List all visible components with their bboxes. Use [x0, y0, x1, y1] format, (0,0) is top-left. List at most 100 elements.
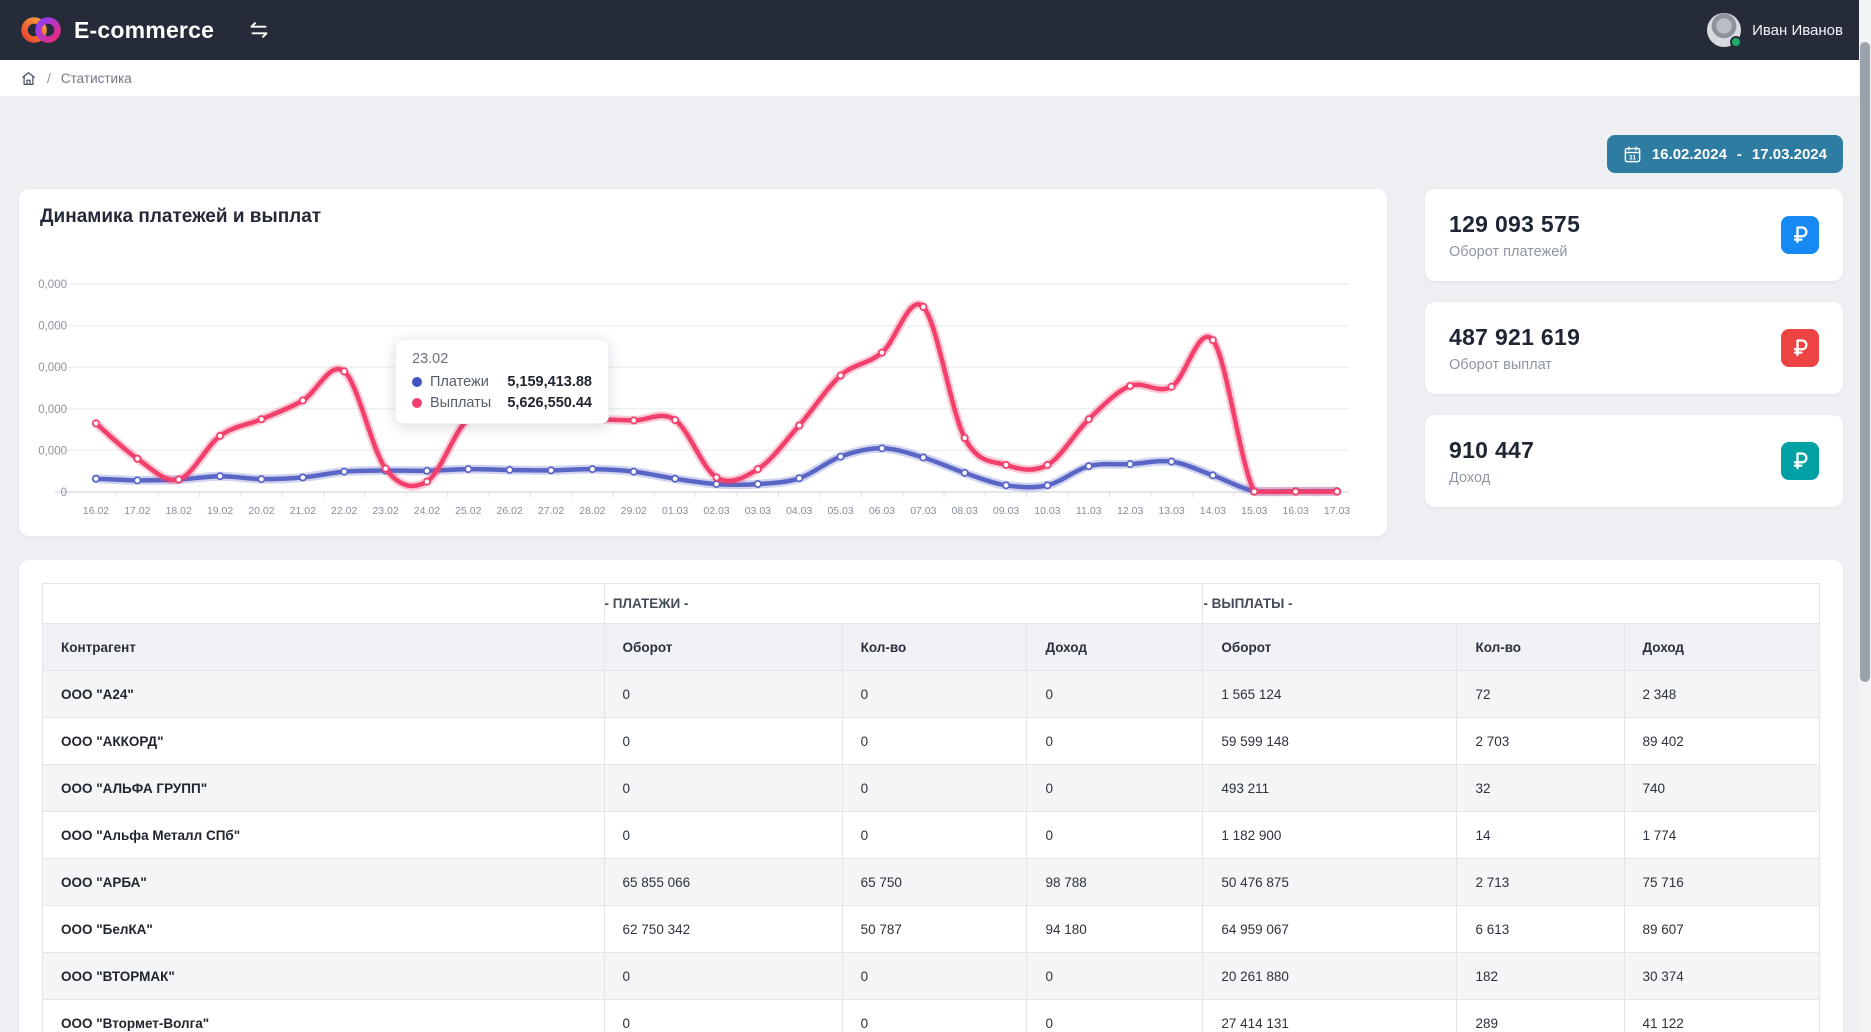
value-cell: 1 565 124	[1203, 671, 1457, 718]
value-cell: 1 182 900	[1203, 812, 1457, 859]
value-cell: 2 348	[1624, 671, 1820, 718]
home-icon[interactable]	[20, 70, 37, 87]
column-counterparty[interactable]: Контрагент	[43, 624, 605, 671]
table-row[interactable]: ООО "А24"0001 565 124722 348	[43, 671, 1820, 718]
swap-arrows-icon	[248, 19, 270, 41]
value-cell: 1 774	[1624, 812, 1820, 859]
svg-text:25.02: 25.02	[455, 505, 481, 517]
payouts-turnover-label: Оборот выплат	[1449, 357, 1580, 373]
svg-text:24.02: 24.02	[414, 505, 440, 517]
calendar-icon: 31	[1623, 145, 1642, 164]
column-payouts-count[interactable]: Кол-во	[1457, 624, 1624, 671]
column-payments-income[interactable]: Доход	[1027, 624, 1203, 671]
svg-text:02.03: 02.03	[703, 505, 729, 517]
counterparty-cell: ООО "ВТОРМАК"	[43, 953, 605, 1000]
page-content: 31 16.02.2024 - 17.03.2024 Динамика плат…	[0, 135, 1871, 1032]
stat-card-income: 910 447 Доход	[1425, 415, 1843, 507]
svg-text:22.02: 22.02	[331, 505, 357, 517]
app-title: E-commerce	[74, 17, 214, 44]
user-name: Иван Иванов	[1752, 22, 1843, 39]
svg-text:11.03: 11.03	[1076, 505, 1102, 517]
value-cell: 2 703	[1457, 718, 1624, 765]
line-chart[interactable]: 0,0000,0000,0000,0000,000016.0217.0218.0…	[19, 217, 1367, 535]
svg-text:12.03: 12.03	[1117, 505, 1143, 517]
svg-text:10.03: 10.03	[1034, 505, 1060, 517]
svg-text:16.03: 16.03	[1282, 505, 1308, 517]
svg-text:07.03: 07.03	[910, 505, 936, 517]
column-payments-turnover[interactable]: Оборот	[604, 624, 842, 671]
table-row[interactable]: ООО "Втормет-Волга"00027 414 13128941 12…	[43, 1000, 1820, 1032]
svg-text:0,000: 0,000	[38, 404, 67, 416]
svg-text:26.02: 26.02	[497, 505, 523, 517]
svg-text:04.03: 04.03	[786, 505, 812, 517]
column-payouts-turnover[interactable]: Оборот	[1203, 624, 1457, 671]
page-scrollbar[interactable]	[1859, 0, 1871, 1032]
counterparty-cell: ООО "АЛЬФА ГРУПП"	[43, 765, 605, 812]
value-cell: 65 750	[842, 859, 1027, 906]
value-cell: 0	[604, 812, 842, 859]
value-cell: 0	[842, 812, 1027, 859]
sidebar-toggle-button[interactable]	[248, 19, 270, 41]
brand: E-commerce	[20, 16, 214, 44]
value-cell: 0	[1027, 953, 1203, 1000]
table-row[interactable]: ООО "АЛЬФА ГРУПП"000493 21132740	[43, 765, 1820, 812]
value-cell: 64 959 067	[1203, 906, 1457, 953]
infinity-logo-icon	[20, 16, 62, 44]
value-cell: 289	[1457, 1000, 1624, 1032]
payouts-turnover-value: 487 921 619	[1449, 324, 1580, 351]
column-payouts-income[interactable]: Доход	[1624, 624, 1820, 671]
svg-text:17.02: 17.02	[124, 505, 150, 517]
table-row[interactable]: ООО "АККОРД"00059 599 1482 70389 402	[43, 718, 1820, 765]
svg-text:28.02: 28.02	[579, 505, 605, 517]
value-cell: 0	[604, 1000, 842, 1032]
svg-text:09.03: 09.03	[993, 505, 1019, 517]
value-cell: 0	[604, 671, 842, 718]
date-range-start: 16.02.2024	[1652, 146, 1727, 163]
top-bar: E-commerce Иван Иванов	[0, 0, 1871, 60]
scrollbar-thumb[interactable]	[1860, 42, 1870, 682]
svg-text:0: 0	[61, 487, 67, 499]
breadcrumb: / Статистика	[0, 60, 1871, 97]
value-cell: 94 180	[1027, 906, 1203, 953]
svg-text:14.03: 14.03	[1200, 505, 1226, 517]
value-cell: 50 787	[842, 906, 1027, 953]
user-menu[interactable]: Иван Иванов	[1707, 13, 1843, 47]
table-row[interactable]: ООО "ВТОРМАК"00020 261 88018230 374	[43, 953, 1820, 1000]
value-cell: 0	[1027, 1000, 1203, 1032]
payments-turnover-label: Оборот платежей	[1449, 244, 1580, 260]
value-cell: 98 788	[1027, 859, 1203, 906]
table-row[interactable]: ООО "Альфа Металл СПб"0001 182 900141 77…	[43, 812, 1820, 859]
value-cell: 41 122	[1624, 1000, 1820, 1032]
column-payments-count[interactable]: Кол-во	[842, 624, 1027, 671]
value-cell: 0	[842, 765, 1027, 812]
svg-text:31: 31	[1629, 154, 1637, 161]
value-cell: 740	[1624, 765, 1820, 812]
svg-text:0,000: 0,000	[38, 445, 67, 457]
svg-text:18.02: 18.02	[166, 505, 192, 517]
payouts-group-header: - ВЫПЛАТЫ -	[1203, 584, 1820, 624]
date-range-button[interactable]: 31 16.02.2024 - 17.03.2024	[1607, 135, 1843, 173]
value-cell: 0	[842, 718, 1027, 765]
value-cell: 0	[604, 953, 842, 1000]
ruble-icon	[1781, 216, 1819, 254]
value-cell: 0	[842, 1000, 1027, 1032]
breadcrumb-page[interactable]: Статистика	[61, 71, 132, 86]
value-cell: 59 599 148	[1203, 718, 1457, 765]
online-status-dot	[1730, 36, 1742, 48]
svg-text:0,000: 0,000	[38, 279, 67, 291]
table-row[interactable]: ООО "БелКА"62 750 34250 78794 18064 959 …	[43, 906, 1820, 953]
value-cell: 0	[842, 953, 1027, 1000]
svg-text:08.03: 08.03	[952, 505, 978, 517]
value-cell: 0	[1027, 765, 1203, 812]
table-row[interactable]: ООО "АРБА"65 855 06665 75098 78850 476 8…	[43, 859, 1820, 906]
svg-text:06.03: 06.03	[869, 505, 895, 517]
breadcrumb-separator: /	[47, 70, 51, 86]
stats-column: 129 093 575 Оборот платежей 487 921 619 …	[1425, 189, 1843, 507]
value-cell: 72	[1457, 671, 1624, 718]
value-cell: 493 211	[1203, 765, 1457, 812]
stat-card-payouts-turnover: 487 921 619 Оборот выплат	[1425, 302, 1843, 394]
income-label: Доход	[1449, 470, 1534, 486]
value-cell: 2 713	[1457, 859, 1624, 906]
svg-text:01.03: 01.03	[662, 505, 688, 517]
payments-turnover-value: 129 093 575	[1449, 211, 1580, 238]
